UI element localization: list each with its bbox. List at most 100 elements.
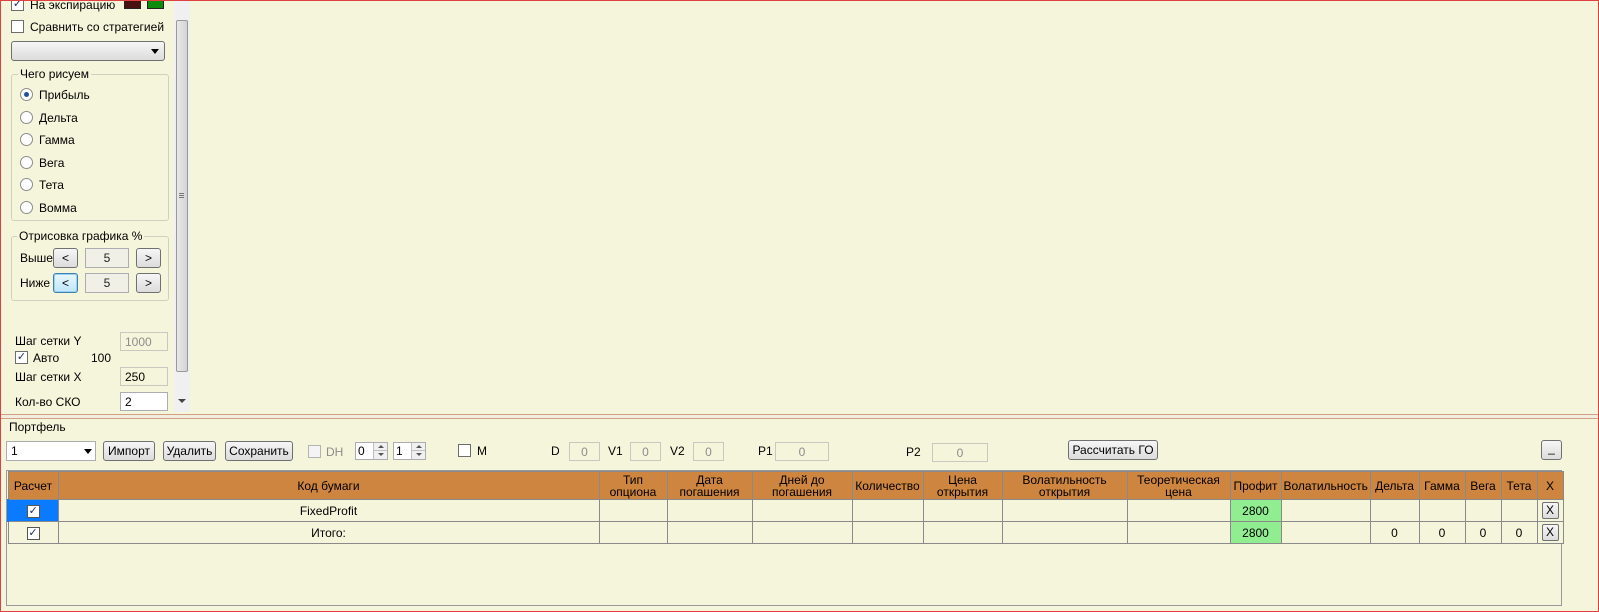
row-exp-date[interactable]: [666, 521, 753, 544]
col-header-x[interactable]: X: [1536, 471, 1564, 500]
import-button[interactable]: Импорт: [103, 441, 155, 461]
grid-step-x-input[interactable]: 250: [120, 367, 168, 386]
radio-profit[interactable]: [20, 88, 33, 101]
row-gamma[interactable]: 0: [1418, 521, 1466, 544]
spinner-2[interactable]: 1: [393, 442, 426, 460]
d-input[interactable]: 0: [569, 442, 600, 461]
row-option-type[interactable]: [598, 499, 668, 522]
row-theo-price[interactable]: [1126, 499, 1231, 522]
d-label: D: [551, 444, 560, 458]
above-decrease-button[interactable]: <: [53, 248, 78, 268]
radio-vega-label: Вега: [39, 156, 65, 170]
row-gamma[interactable]: [1418, 499, 1466, 522]
v1-input[interactable]: 0: [630, 442, 661, 461]
expiry-checkbox[interactable]: ✓: [11, 0, 24, 11]
row-quantity[interactable]: [851, 499, 924, 522]
col-header-delta[interactable]: Дельта: [1369, 471, 1420, 500]
col-header-volatility[interactable]: Волатильность: [1280, 471, 1371, 500]
row-calc-cell[interactable]: ✓: [7, 521, 59, 544]
row-theta[interactable]: 0: [1500, 521, 1538, 544]
col-header-open-price[interactable]: Цена открытия: [922, 471, 1003, 500]
spinner-down-icon[interactable]: [411, 451, 425, 459]
p1-input[interactable]: 0: [775, 442, 829, 461]
table-row[interactable]: ✓ FixedProfit 2800 X: [7, 499, 1564, 522]
v2-label: V2: [670, 444, 685, 458]
row-open-vol[interactable]: [1001, 521, 1128, 544]
row-delta[interactable]: 0: [1369, 521, 1420, 544]
row-volatility[interactable]: [1280, 499, 1371, 522]
row-option-type[interactable]: [598, 521, 668, 544]
color-swatch-strategy[interactable]: [147, 0, 164, 9]
calculate-go-button[interactable]: Рассчитать ГО: [1068, 440, 1158, 460]
row-exp-date[interactable]: [666, 499, 753, 522]
row-remove-cell: X: [1536, 521, 1564, 544]
strategy-select[interactable]: [11, 41, 165, 61]
row-theo-price[interactable]: [1126, 521, 1231, 544]
spinner-up-icon[interactable]: [373, 443, 387, 451]
row-vega[interactable]: 0: [1464, 521, 1502, 544]
radio-vomma[interactable]: [20, 201, 33, 214]
scrollbar-thumb[interactable]: [176, 20, 188, 372]
auto-value: 100: [91, 351, 112, 365]
col-header-calc[interactable]: Расчет: [7, 471, 59, 500]
table-row[interactable]: ✓ Итого: 2800 0 0 0 0 X: [7, 521, 1564, 544]
row-vega[interactable]: [1464, 499, 1502, 522]
row-open-vol[interactable]: [1001, 499, 1128, 522]
m-checkbox[interactable]: [458, 444, 471, 457]
row-remove-button[interactable]: X: [1541, 502, 1559, 519]
portfolio-select[interactable]: 1: [6, 441, 96, 461]
spinner-up-icon[interactable]: [411, 443, 425, 451]
radio-theta[interactable]: [20, 178, 33, 191]
grid-step-y-input[interactable]: 1000: [120, 332, 168, 351]
row-theta[interactable]: [1500, 499, 1538, 522]
row-days-to-exp[interactable]: [751, 521, 853, 544]
col-header-open-vol[interactable]: Волатильность открытия: [1001, 471, 1128, 500]
radio-vega[interactable]: [20, 156, 33, 169]
below-decrease-button[interactable]: <: [53, 273, 78, 293]
row-code[interactable]: Итого:: [57, 521, 600, 544]
col-header-days-to-exp[interactable]: Дней до погашения: [751, 471, 853, 500]
col-header-theo-price[interactable]: Теоретическая цена: [1126, 471, 1231, 500]
row-profit[interactable]: 2800: [1229, 521, 1282, 544]
auto-checkbox[interactable]: ✓: [15, 351, 28, 364]
settings-scrollbar[interactable]: [174, 0, 190, 412]
row-open-price[interactable]: [922, 499, 1003, 522]
row-calc-checkbox[interactable]: ✓: [26, 505, 40, 518]
spinner-down-icon[interactable]: [373, 451, 387, 459]
row-days-to-exp[interactable]: [751, 499, 853, 522]
spinner-1[interactable]: 0: [355, 442, 388, 460]
col-header-quantity[interactable]: Количество: [851, 471, 924, 500]
row-delta[interactable]: [1369, 499, 1420, 522]
row-volatility[interactable]: [1280, 521, 1371, 544]
p2-input[interactable]: 0: [932, 443, 988, 462]
splitter[interactable]: [0, 414, 1599, 419]
col-header-code[interactable]: Код бумаги: [57, 471, 600, 500]
row-remove-button[interactable]: X: [1541, 524, 1559, 541]
v2-input[interactable]: 0: [693, 442, 724, 461]
row-profit[interactable]: 2800: [1229, 499, 1282, 522]
minimize-button[interactable]: _: [1541, 440, 1562, 460]
above-increase-button[interactable]: >: [136, 248, 161, 268]
compare-strategy-checkbox[interactable]: [11, 20, 24, 33]
col-header-exp-date[interactable]: Дата погашения: [666, 471, 753, 500]
scroll-down-icon[interactable]: [178, 399, 186, 403]
row-quantity[interactable]: [851, 521, 924, 544]
save-button[interactable]: Сохранить: [225, 441, 293, 461]
row-open-price[interactable]: [922, 521, 1003, 544]
col-header-profit[interactable]: Профит: [1229, 471, 1282, 500]
radio-gamma[interactable]: [20, 133, 33, 146]
col-header-option-type[interactable]: Тип опциона: [598, 471, 668, 500]
col-header-vega[interactable]: Вега: [1464, 471, 1502, 500]
sko-input[interactable]: 2: [120, 392, 168, 411]
row-remove-cell: X: [1536, 499, 1564, 522]
col-header-theta[interactable]: Тета: [1500, 471, 1538, 500]
radio-delta[interactable]: [20, 111, 33, 124]
color-swatch-expiry[interactable]: [124, 0, 141, 9]
row-calc-checkbox[interactable]: ✓: [26, 527, 40, 540]
delete-button[interactable]: Удалить: [163, 441, 216, 461]
below-increase-button[interactable]: >: [136, 273, 161, 293]
col-header-gamma[interactable]: Гамма: [1418, 471, 1466, 500]
dh-checkbox[interactable]: [308, 445, 321, 458]
row-calc-cell[interactable]: ✓: [7, 499, 59, 522]
row-code[interactable]: FixedProfit: [57, 499, 600, 522]
